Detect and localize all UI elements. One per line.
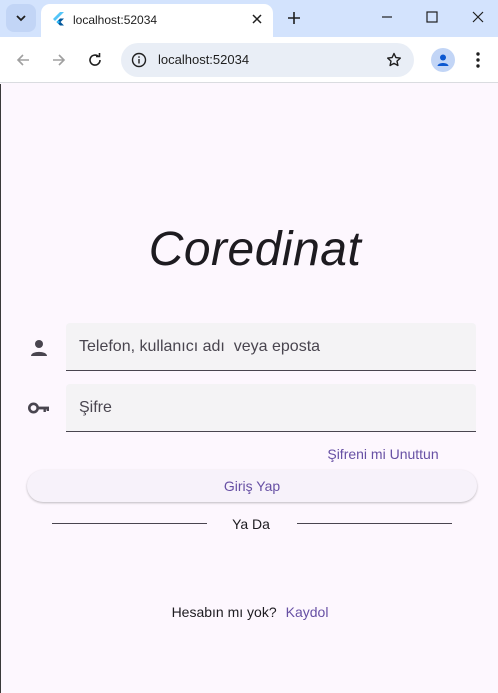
browser-toolbar: localhost:52034 <box>0 37 498 83</box>
browser-menu-button[interactable] <box>468 48 488 72</box>
address-bar[interactable]: localhost:52034 <box>121 43 414 77</box>
signup-question: Hesabın mı yok? <box>171 604 277 620</box>
new-tab-button[interactable] <box>284 8 304 28</box>
browser-tab[interactable]: localhost:52034 <box>41 4 273 37</box>
chevron-down-icon <box>16 15 26 22</box>
bookmark-button[interactable] <box>384 50 404 70</box>
minimize-button[interactable] <box>373 6 401 28</box>
password-input[interactable] <box>66 384 476 431</box>
url-text: localhost:52034 <box>158 52 250 67</box>
back-button[interactable] <box>11 48 35 72</box>
username-field[interactable] <box>66 323 476 371</box>
login-button[interactable]: Giriş Yap <box>27 470 477 502</box>
tab-close-button[interactable] <box>249 11 265 27</box>
forgot-password-link[interactable]: Şifreni mi Unuttun <box>321 445 445 463</box>
person-icon <box>27 336 51 360</box>
app-title: Coredinat <box>148 223 362 276</box>
divider-left <box>52 523 207 524</box>
window-close-icon <box>472 11 484 23</box>
reload-button[interactable] <box>83 48 107 72</box>
app-viewport: Coredinat Şifreni mi Unuttun Giriş Yap Y… <box>0 84 498 693</box>
reload-icon <box>89 53 101 66</box>
or-label: Ya Da <box>232 516 270 532</box>
window-close-button[interactable] <box>464 6 492 28</box>
site-info-button[interactable] <box>129 50 149 70</box>
kebab-menu-icon <box>476 52 480 68</box>
profile-icon <box>437 54 449 66</box>
minimize-icon <box>382 16 392 18</box>
username-input[interactable] <box>66 323 476 370</box>
forward-arrow-icon <box>53 54 66 66</box>
signup-row: Hesabın mı yok? Kaydol <box>1 603 498 623</box>
tab-title: localhost:52034 <box>73 13 158 27</box>
back-arrow-icon <box>16 54 29 66</box>
site-info-icon <box>131 52 147 68</box>
browser-tab-strip: localhost:52034 <box>0 0 498 37</box>
flutter-favicon-icon <box>53 12 64 26</box>
star-icon <box>387 52 401 67</box>
tab-search-button[interactable] <box>6 4 36 32</box>
plus-icon <box>288 12 300 24</box>
profile-button[interactable] <box>431 48 455 72</box>
divider-right <box>297 523 452 524</box>
key-icon <box>27 396 51 420</box>
maximize-button[interactable] <box>418 6 446 28</box>
close-icon <box>252 14 262 24</box>
maximize-icon <box>426 11 438 23</box>
signup-link[interactable]: Kaydol <box>286 604 329 620</box>
password-field[interactable] <box>66 384 476 432</box>
forward-button[interactable] <box>47 48 71 72</box>
